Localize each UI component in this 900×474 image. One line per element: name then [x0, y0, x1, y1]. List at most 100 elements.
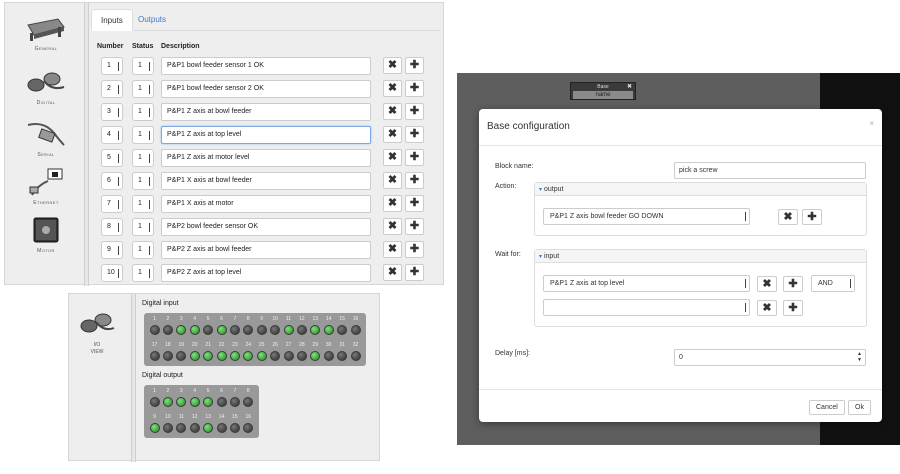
status-select[interactable]: 1 — [132, 80, 154, 98]
spin-down-icon[interactable]: ▼ — [856, 357, 863, 363]
number-select[interactable]: 1 — [101, 57, 123, 75]
number-select[interactable]: 9 — [101, 241, 123, 259]
description-input[interactable]: P&P2 Z axis at bowl feeder — [161, 241, 371, 259]
delete-input-button[interactable]: ✖ — [757, 300, 777, 316]
close-icon[interactable]: × — [869, 119, 874, 128]
description-input[interactable]: P&P1 Z axis at motor level — [161, 149, 371, 167]
status-select[interactable]: 1 — [132, 57, 154, 75]
delete-row-button[interactable]: ✖ — [383, 195, 402, 212]
sidebar-item-general[interactable]: General — [11, 13, 81, 52]
status-select[interactable]: 1 — [132, 149, 154, 167]
sidebar-item-motor[interactable]: Motor — [11, 215, 81, 254]
number-select[interactable]: 5 — [101, 149, 123, 167]
digital_output-number: 2 — [166, 388, 170, 394]
sidebar-item-ethernet[interactable]: Ethernet — [11, 167, 81, 206]
add-row-button[interactable]: ✚ — [405, 218, 424, 235]
description-input[interactable]: P&P1 Z axis at bowl feeder — [161, 103, 371, 121]
delete-row-button[interactable]: ✖ — [383, 80, 402, 97]
io-view-panel: I/O VIEW Digital input 1 2 3 4 5 6 7 8 9 10 11 12 13 1… — [68, 293, 380, 462]
delete-row-button[interactable]: ✖ — [383, 172, 402, 189]
status-select[interactable]: 1 — [132, 195, 154, 213]
status-select[interactable]: 1 — [132, 241, 154, 259]
add-output-button[interactable]: ✚ — [802, 209, 822, 225]
input-select-1[interactable]: P&P1 Z axis at top level — [543, 275, 750, 292]
base-block-node[interactable]: Base ✖ name — [570, 82, 636, 100]
number-select[interactable]: 3 — [101, 103, 123, 121]
digital-input-led-indicator — [283, 325, 294, 335]
output-select[interactable]: P&P1 Z axis bowl feeder GO DOWN — [543, 208, 750, 225]
panel-splitter[interactable] — [131, 294, 136, 462]
io-view-label-line1: I/O — [93, 342, 101, 348]
delete-row-button[interactable]: ✖ — [383, 218, 402, 235]
add-row-button[interactable]: ✚ — [405, 80, 424, 97]
block-name-input[interactable]: pick a screw — [674, 162, 866, 179]
add-row-button[interactable]: ✚ — [405, 149, 424, 166]
status-select[interactable]: 1 — [132, 172, 154, 190]
delete-row-button[interactable]: ✖ — [383, 264, 402, 281]
status-select[interactable]: 1 — [132, 126, 154, 144]
description-input[interactable]: P&P1 bowl feeder sensor 1 OK — [161, 57, 371, 75]
description-input[interactable]: P&P1 bowl feeder sensor 2 OK — [161, 80, 371, 98]
stepper-motor-icon — [24, 215, 68, 245]
input-select-2[interactable] — [543, 299, 750, 316]
number-select[interactable]: 10 — [101, 264, 123, 282]
add-row-button[interactable]: ✚ — [405, 264, 424, 281]
digital-input-led-indicator — [350, 351, 361, 361]
digital_output-number: 10 — [165, 414, 171, 420]
column-header-status: Status — [132, 43, 154, 50]
close-icon[interactable]: ✖ — [627, 83, 632, 91]
digital-input-led-indicator — [216, 325, 227, 335]
tab-inputs[interactable]: Inputs — [91, 9, 133, 31]
number-select[interactable]: 6 — [101, 172, 123, 190]
output-group-header[interactable]: ▾ output — [535, 183, 866, 196]
digital_input-number: 15 — [339, 316, 345, 322]
add-row-button[interactable]: ✚ — [405, 57, 424, 74]
delete-row-button[interactable]: ✖ — [383, 103, 402, 120]
digital_input-number: 14 — [325, 316, 332, 322]
delete-row-button[interactable]: ✖ — [383, 149, 402, 166]
logic-operator-select[interactable]: AND — [811, 275, 855, 292]
add-row-button[interactable]: ✚ — [405, 172, 424, 189]
panel-splitter[interactable] — [84, 3, 89, 286]
add-row-button[interactable]: ✚ — [405, 126, 424, 143]
sidebar-item-serial[interactable]: Serial — [11, 119, 81, 158]
delete-input-button[interactable]: ✖ — [757, 276, 777, 292]
status-select[interactable]: 1 — [132, 264, 154, 282]
add-row-button[interactable]: ✚ — [405, 241, 424, 258]
digital-input-title: Digital input — [142, 300, 179, 307]
description-input[interactable]: P&P1 X axis at bowl feeder — [161, 172, 371, 190]
delete-output-button[interactable]: ✖ — [778, 209, 798, 225]
digital-input-led-indicator — [149, 351, 160, 361]
description-input[interactable]: P&P2 Z axis at top level — [161, 264, 371, 282]
status-select[interactable]: 1 — [132, 218, 154, 236]
status-select[interactable]: 1 — [132, 103, 154, 121]
add-row-button[interactable]: ✚ — [405, 103, 424, 120]
number-spinner[interactable]: ▲ ▼ — [856, 351, 863, 364]
digital_input-number: 26 — [272, 342, 278, 348]
description-input[interactable]: P&P2 bowl feeder sensor OK — [161, 218, 371, 236]
number-select[interactable]: 4 — [101, 126, 123, 144]
delete-row-button[interactable]: ✖ — [383, 241, 402, 258]
sidebar-item-digital[interactable]: Digital — [11, 67, 81, 106]
description-input[interactable]: P&P1 Z axis at top level — [161, 126, 371, 144]
delete-row-button[interactable]: ✖ — [383, 126, 402, 143]
add-row-button[interactable]: ✚ — [405, 195, 424, 212]
digital_input-number: 22 — [218, 342, 225, 348]
delay-input[interactable]: 0 ▲ ▼ — [674, 349, 866, 366]
delete-row-button[interactable]: ✖ — [383, 57, 402, 74]
io-view-nav-item[interactable]: I/O VIEW — [77, 308, 117, 356]
description-input[interactable]: P&P1 X axis at motor — [161, 195, 371, 213]
caret-down-icon: ▾ — [539, 254, 543, 260]
number-select[interactable]: 2 — [101, 80, 123, 98]
ok-button[interactable]: Ok — [848, 400, 871, 415]
sidebar-item-label: Serial — [37, 152, 55, 158]
input-group-header[interactable]: ▾ input — [535, 250, 866, 263]
cancel-button[interactable]: Cancel — [809, 400, 845, 415]
add-input-button[interactable]: ✚ — [783, 276, 803, 292]
table-row: 1 1 P&P1 bowl feeder sensor 1 OK ✖ ✚ — [101, 57, 441, 76]
add-input-button[interactable]: ✚ — [783, 300, 803, 316]
tab-outputs[interactable]: Outputs — [129, 9, 175, 31]
number-select[interactable]: 7 — [101, 195, 123, 213]
digital_input-number: 31 — [339, 342, 345, 348]
number-select[interactable]: 8 — [101, 218, 123, 236]
